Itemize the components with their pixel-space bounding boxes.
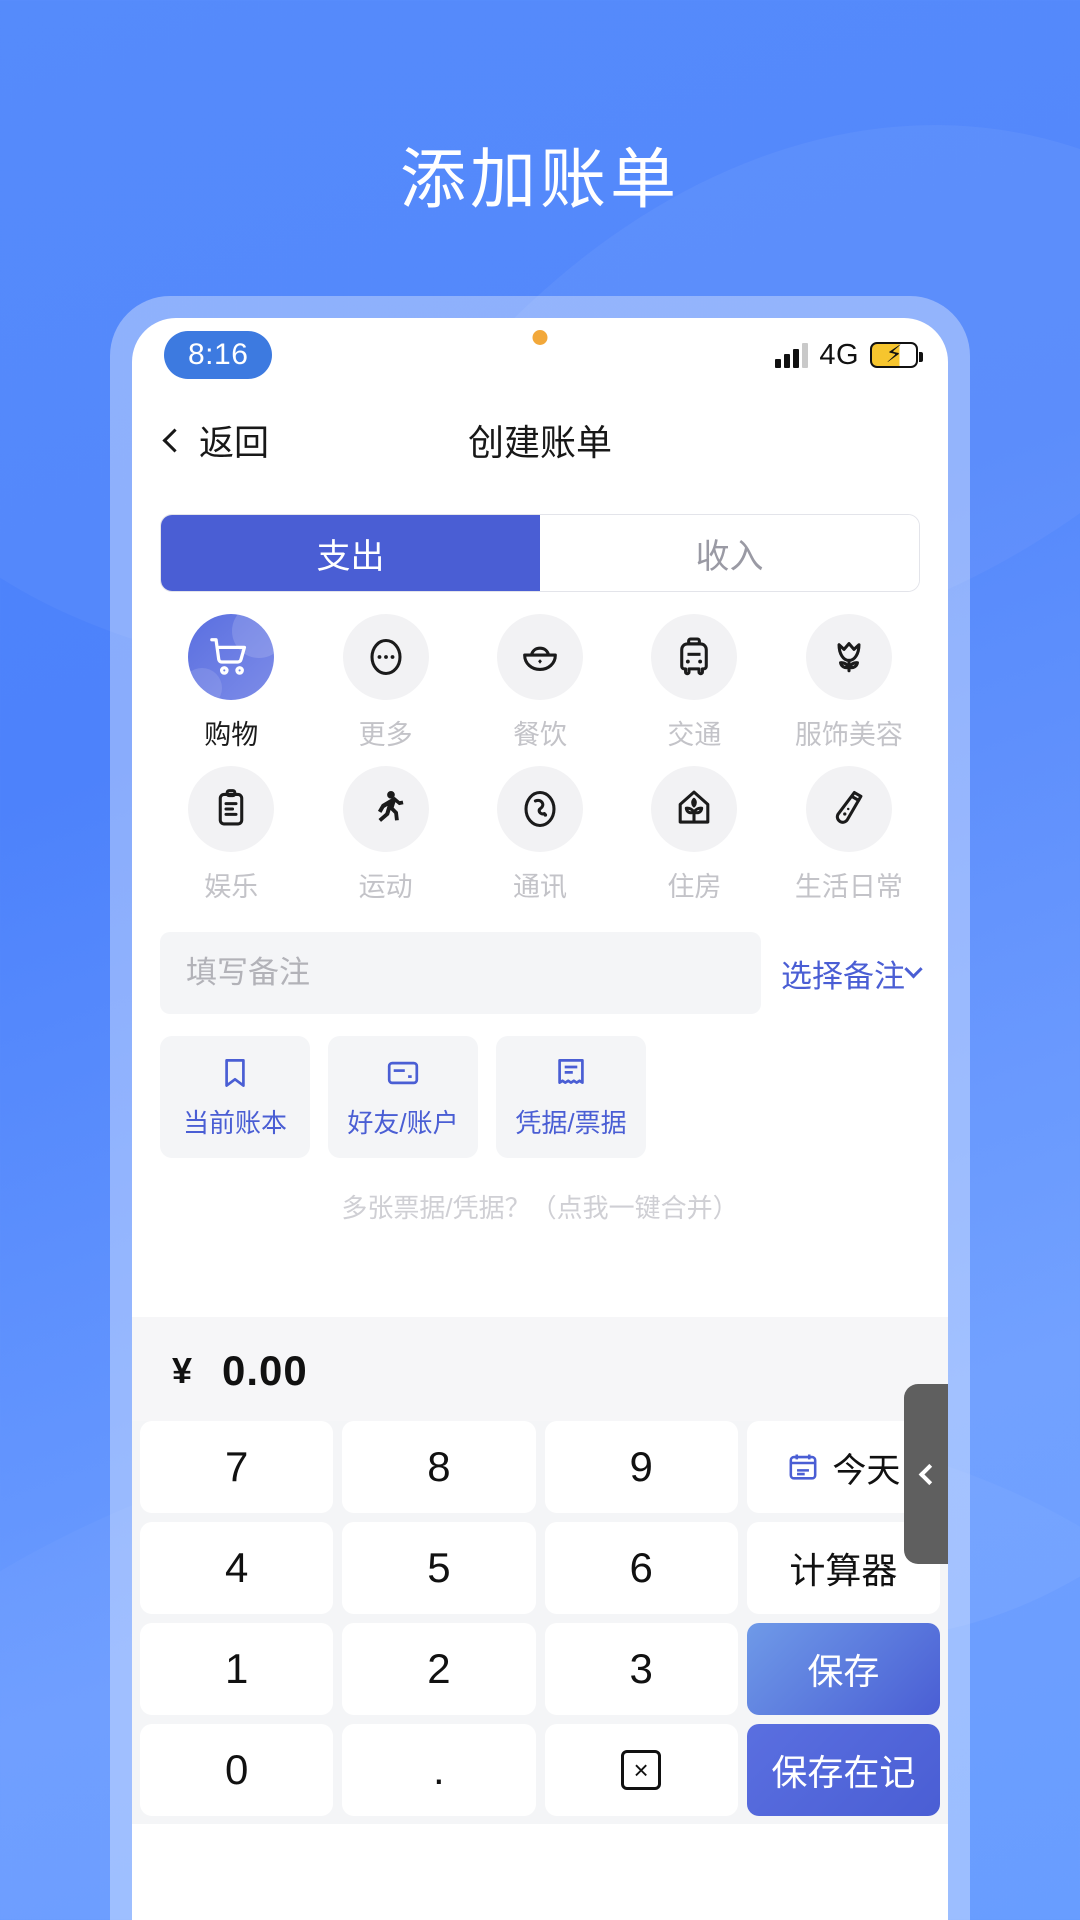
- chip-receipt-voucher[interactable]: 凭据/票据: [496, 1036, 646, 1158]
- category-label: 更多: [358, 720, 413, 750]
- chip-label: 好友/账户: [347, 1107, 459, 1138]
- backspace-icon: ×: [621, 1750, 662, 1790]
- back-button-label: 返回: [199, 423, 270, 463]
- note-row: 选择备注: [132, 918, 948, 1014]
- keypad-area: ¥ 0.00 7 8 9 今天 4 5 6 计算器 1 2 3 保存 0 . ×…: [132, 1317, 948, 1824]
- phone-screen: 8:16 4G ⚡ 返回 创建账单 支出 收入 购物 更多 餐饮 交通 服饰美容…: [132, 318, 948, 1920]
- category-label: 运动: [358, 872, 413, 902]
- status-time: 8:16: [164, 331, 273, 379]
- key-7[interactable]: 7: [140, 1421, 334, 1513]
- house-plant-icon: [651, 766, 738, 852]
- test-tube-icon: [805, 766, 892, 852]
- type-segment: 支出 收入: [160, 514, 920, 592]
- category-item-sports[interactable]: 运动: [308, 766, 462, 918]
- receipt-icon: [558, 1058, 584, 1084]
- main-content: 支出 收入 购物 更多 餐饮 交通 服饰美容 娱乐 运动 通讯 住房 生活日常 …: [132, 488, 948, 1225]
- signal-bars-icon: [775, 342, 809, 368]
- chip-label: 凭据/票据: [515, 1107, 627, 1138]
- amount-value: 0.00: [222, 1347, 308, 1394]
- category-label: 通讯: [513, 872, 568, 902]
- key-6[interactable]: 6: [544, 1522, 738, 1614]
- chevron-left-icon: [918, 1463, 940, 1485]
- category-item-entertainment[interactable]: 娱乐: [154, 766, 308, 918]
- rice-bowl-icon: [497, 614, 584, 700]
- clipboard-icon: [188, 766, 275, 852]
- select-note-label: 选择备注: [781, 958, 905, 994]
- tulip-flower-icon: [805, 614, 892, 700]
- key-1[interactable]: 1: [140, 1623, 334, 1715]
- key-2[interactable]: 2: [342, 1623, 536, 1715]
- category-label: 购物: [204, 720, 259, 750]
- page-title: 添加账单: [400, 142, 680, 216]
- back-button[interactable]: 返回: [162, 415, 270, 466]
- category-item-housing[interactable]: 住房: [617, 766, 771, 918]
- phone-handset-icon: [497, 766, 584, 852]
- chip-current-ledger[interactable]: 当前账本: [160, 1036, 310, 1158]
- shopping-cart-icon: [188, 614, 275, 700]
- key-today-label: 今天: [832, 1451, 901, 1490]
- category-label: 餐饮: [513, 720, 568, 750]
- category-item-communication[interactable]: 通讯: [463, 766, 617, 918]
- category-row-2: 娱乐 运动 通讯 住房 生活日常: [154, 766, 926, 918]
- category-row-1: 购物 更多 餐饮 交通 服饰美容: [154, 614, 926, 766]
- battery-charging-icon: ⚡: [870, 342, 923, 368]
- more-dots-icon: [342, 614, 429, 700]
- numeric-keypad: 7 8 9 今天 4 5 6 计算器 1 2 3 保存 0 . × 保存在记: [132, 1421, 948, 1824]
- note-input[interactable]: [160, 932, 761, 1014]
- key-9[interactable]: 9: [544, 1421, 738, 1513]
- merge-hint[interactable]: 多张票据/凭据？（点我一键合并）: [132, 1158, 948, 1225]
- type-segment-wrapper: 支出 收入: [132, 488, 948, 592]
- chip-label: 当前账本: [182, 1107, 287, 1138]
- category-label: 交通: [667, 720, 722, 750]
- navigation-bar: 返回 创建账单: [132, 392, 948, 488]
- save-and-continue-button[interactable]: 保存在记: [746, 1724, 940, 1816]
- category-item-shopping[interactable]: 购物: [154, 614, 308, 766]
- status-indicators: 4G ⚡: [775, 338, 923, 372]
- category-item-dining[interactable]: 餐饮: [463, 614, 617, 766]
- key-5[interactable]: 5: [342, 1522, 536, 1614]
- currency-symbol: ¥: [172, 1350, 193, 1391]
- chevron-left-icon: [162, 427, 187, 453]
- select-note-link[interactable]: 选择备注: [781, 951, 923, 996]
- category-item-transport[interactable]: 交通: [617, 614, 771, 766]
- key-0[interactable]: 0: [140, 1724, 334, 1816]
- tab-income[interactable]: 收入: [540, 515, 919, 591]
- attachment-chips: 当前账本 好友/账户 凭据/票据: [132, 1014, 948, 1158]
- calendar-icon: [789, 1454, 817, 1480]
- key-backspace[interactable]: ×: [544, 1724, 738, 1816]
- category-label: 生活日常: [794, 872, 903, 902]
- category-grid: 购物 更多 餐饮 交通 服饰美容 娱乐 运动 通讯 住房 生活日常: [132, 592, 948, 918]
- key-3[interactable]: 3: [544, 1623, 738, 1715]
- camera-dot-icon: [532, 330, 548, 345]
- category-item-more[interactable]: 更多: [308, 614, 462, 766]
- chip-friend-account[interactable]: 好友/账户: [328, 1036, 478, 1158]
- key-4[interactable]: 4: [140, 1522, 334, 1614]
- bookmark-icon: [225, 1058, 245, 1087]
- network-label: 4G: [819, 338, 859, 371]
- amount-display: ¥ 0.00: [132, 1317, 948, 1421]
- category-label: 服饰美容: [794, 720, 903, 750]
- category-label: 娱乐: [204, 872, 259, 902]
- key-8[interactable]: 8: [342, 1421, 536, 1513]
- credit-card-icon: [387, 1061, 419, 1084]
- save-button[interactable]: 保存: [746, 1623, 940, 1715]
- chevron-down-icon: [904, 959, 923, 978]
- side-drawer-handle[interactable]: [904, 1384, 948, 1564]
- key-decimal-point[interactable]: .: [342, 1724, 536, 1816]
- category-label: 住房: [667, 872, 722, 902]
- taxi-car-icon: [651, 614, 738, 700]
- category-item-daily[interactable]: 生活日常: [772, 766, 926, 918]
- category-item-beauty[interactable]: 服饰美容: [772, 614, 926, 766]
- running-person-icon: [342, 766, 429, 852]
- tab-expense[interactable]: 支出: [161, 515, 540, 591]
- status-bar: 8:16 4G ⚡: [132, 318, 948, 392]
